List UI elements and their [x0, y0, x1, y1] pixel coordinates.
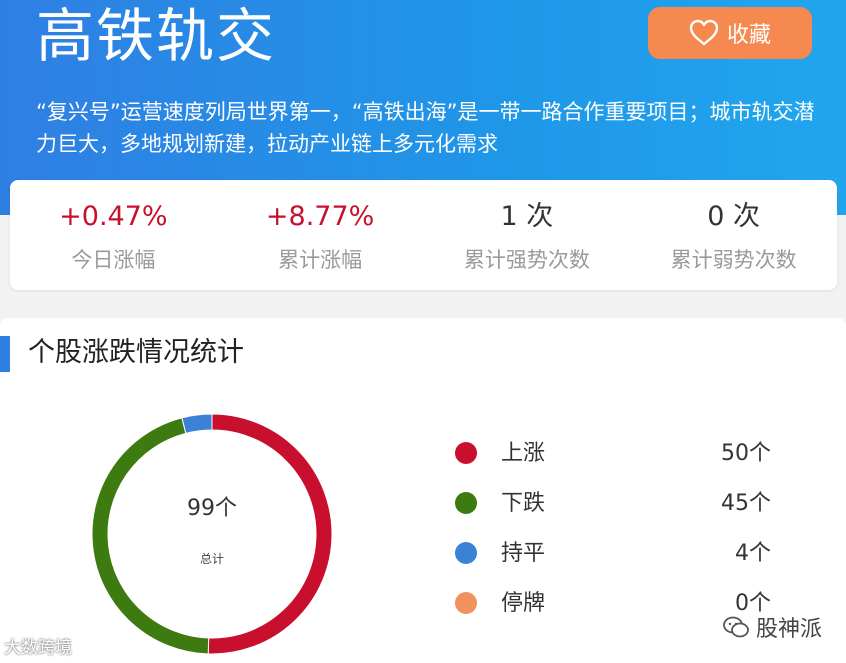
favorite-button[interactable]: 收藏 — [648, 7, 812, 59]
wechat-icon — [723, 616, 749, 638]
legend-count: 50个 — [721, 441, 771, 466]
section-accent-bar — [0, 336, 10, 372]
page-title: 高铁轨交 — [36, 2, 277, 70]
legend-count: 4个 — [735, 541, 771, 566]
legend-label: 上涨 — [501, 441, 546, 466]
legend: 上涨 50个 下跌 45个 持平 4个 停牌 0个 — [455, 431, 785, 631]
watermark-right-text: 股神派 — [756, 617, 823, 642]
legend-item-down[interactable]: 下跌 45个 — [455, 481, 785, 531]
watermark-right: 股神派 — [722, 611, 822, 643]
donut-slice-下跌 — [91, 417, 210, 655]
legend-item-up[interactable]: 上涨 50个 — [455, 431, 785, 481]
stat-value: +8.77% — [265, 201, 375, 232]
stat-weak-count: 0 次 累计弱势次数 — [630, 180, 837, 290]
sector-description: “复兴号”运营速度列局世界第一，“高铁出海”是一带一路合作重要项目；城市轨交潜力… — [36, 100, 815, 156]
donut-chart — [91, 413, 333, 655]
stat-label: 累计涨幅 — [278, 248, 363, 272]
legend-dot — [455, 442, 477, 464]
legend-label: 持平 — [501, 541, 546, 566]
legend-dot — [455, 542, 477, 564]
legend-label: 停牌 — [501, 591, 546, 616]
section-title: 个股涨跌情况统计 — [28, 337, 244, 368]
stat-value: 1 次 — [500, 201, 554, 232]
legend-label: 下跌 — [501, 491, 546, 516]
donut-slice-持平 — [181, 413, 213, 434]
donut-slice-上涨 — [207, 413, 333, 655]
stat-strong-count: 1 次 累计强势次数 — [424, 180, 631, 290]
legend-dot — [455, 492, 477, 514]
stat-today-change: +0.47% 今日涨幅 — [10, 180, 217, 290]
legend-dot — [455, 592, 477, 614]
stat-cumulative-change: +8.77% 累计涨幅 — [217, 180, 424, 290]
favorite-label: 收藏 — [726, 23, 771, 48]
heart-icon — [689, 19, 719, 46]
legend-item-flat[interactable]: 持平 4个 — [455, 531, 785, 581]
distribution-card: 个股涨跌情况统计 99个 总计 上涨 50个 下跌 45个 持平 4个 停牌 0… — [0, 318, 846, 663]
watermark-left: 大数跨境 — [4, 638, 72, 658]
stats-card: +0.47% 今日涨幅 +8.77% 累计涨幅 1 次 累计强势次数 0 次 累… — [10, 180, 837, 290]
legend-count: 45个 — [721, 491, 771, 516]
stat-label: 今日涨幅 — [71, 248, 156, 272]
stat-value: 0 次 — [707, 201, 760, 232]
stat-value: +0.47% — [59, 201, 168, 232]
stat-label: 累计弱势次数 — [670, 248, 797, 272]
stat-label: 累计强势次数 — [463, 248, 590, 272]
